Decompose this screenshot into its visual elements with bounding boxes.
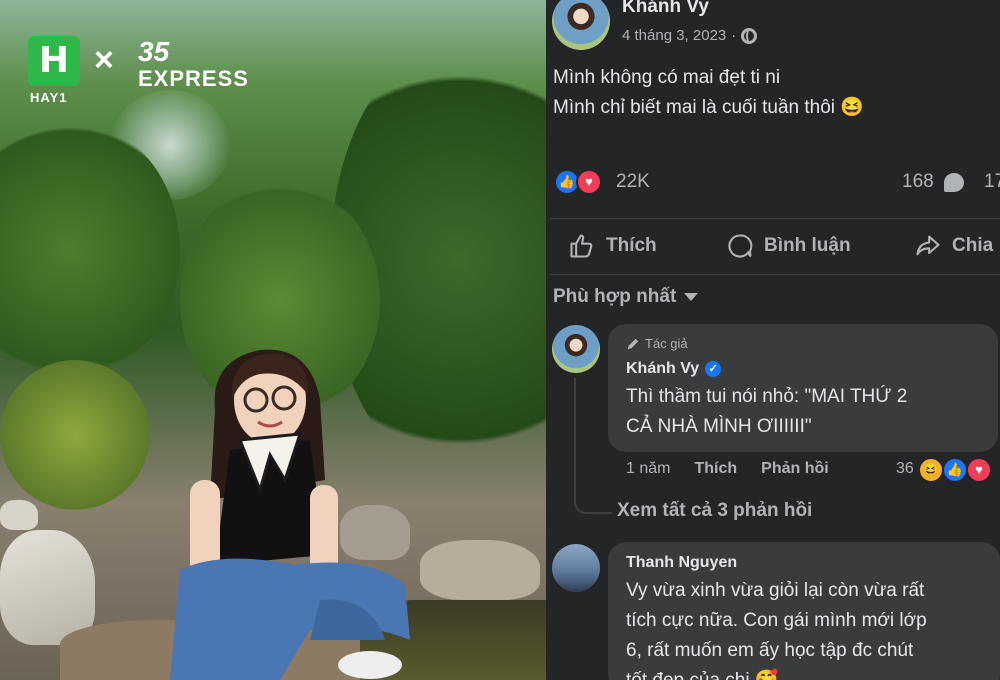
post-line: Mình chỉ biết mai là cuối tuần thôi 😆 [553,97,864,118]
comment-line: 6, rất muốn em ấy học tập đc chút [626,640,914,661]
author-badge-label: Tác giả [645,336,688,351]
comment-time[interactable]: 1 năm [626,460,670,478]
rock-far [420,540,540,600]
hay1-logo: H [28,36,80,86]
rock-small [0,500,38,530]
share-button[interactable]: Chia [914,226,993,266]
comment-line: CẢ NHÀ MÌNH ƠIIIIII" [626,416,812,437]
foliage-yellow [0,360,150,510]
express-number: 35 [138,36,170,67]
comment-sort-dropdown[interactable]: Phù hợp nhất [553,286,699,308]
post-body: Mình không có mai đẹt ti ni Mình chỉ biế… [553,63,864,123]
comment-like-link[interactable]: Thích [694,460,737,478]
haha-reaction-icon[interactable]: 😆 [918,457,944,483]
globe-icon[interactable] [741,27,758,44]
comment-line: tốt đẹp của chị 🥰 [626,666,927,680]
post-meta: 4 tháng 3, 2023 · [622,27,758,44]
caret-down-icon [684,293,699,301]
share-count[interactable]: 17 [984,171,1000,193]
verified-icon: ✓ [705,361,722,377]
brand-separator: × [94,41,114,79]
post-panel: Khánh Vy 4 tháng 3, 2023 · Mình không có… [546,0,1000,680]
love-reaction-icon[interactable]: ♥ [576,169,602,195]
brand-watermark: H HAY1 × 35 EXPRESS [28,36,268,108]
meta-dot: · [731,27,737,44]
comment-icon [728,234,753,258]
pen-icon [627,338,639,349]
post-date[interactable]: 4 tháng 3, 2023 [622,27,726,44]
comment-reply-link[interactable]: Phản hồi [761,460,829,478]
comment-button[interactable]: Bình luận [726,226,851,266]
express-word: EXPRESS [138,66,249,91]
comment-line: tích cực nữa. Con gái mình mới lớp [626,610,927,631]
comment-bubble-icon [944,173,964,192]
like-reaction-icon[interactable]: 👍 [942,457,968,483]
comment-line: Thì thầm tui nói nhỏ: "MAI THỨ 2 [626,386,908,407]
view-replies-link[interactable]: Xem tất cả 3 phản hồi [617,500,812,522]
comment-bubble: Tác giả Khánh Vy ✓ Thì thầm tui nói nhỏ:… [608,324,998,452]
commenter-name[interactable]: Thanh Nguyen [626,554,737,572]
commenter-name-text: Khánh Vy [626,360,700,377]
share-icon [916,235,940,256]
commenter-avatar[interactable] [552,325,600,373]
comment-count[interactable]: 168 [902,171,934,193]
reaction-count[interactable]: 22K [616,171,650,193]
commenter-name[interactable]: Khánh Vy ✓ [626,360,722,378]
like-button[interactable]: Thích [568,226,657,266]
post-line: Mình không có mai đẹt ti ni [553,67,781,88]
like-button-label: Thích [606,235,657,256]
comment-text: Thì thầm tui nói nhỏ: "MAI THỨ 2 CẢ NHÀ … [626,382,907,442]
divider-bottom [550,274,1000,275]
love-reaction-icon[interactable]: ♥ [966,457,992,483]
share-button-label: Chia [952,235,994,256]
comment-button-label: Bình luận [764,235,851,256]
comment-reaction-count[interactable]: 36 [896,460,914,478]
rock-big [0,530,95,645]
comment-bubble: Thanh Nguyen Vy vừa xinh vừa giỏi lại cò… [608,542,1000,680]
hay1-caption: HAY1 [30,90,68,105]
divider-top [550,218,1000,219]
commenter-avatar[interactable] [552,544,600,592]
comment-text: Vy vừa xinh vừa giỏi lại còn vừa rất tíc… [626,576,927,680]
author-avatar[interactable] [552,0,610,50]
reaction-summary: 👍 ♥ 22K 168 17 [554,168,1000,198]
thumbs-up-icon [570,234,593,258]
action-bar: Thích Bình luận Chia [546,226,1000,266]
seated-woman [170,349,410,680]
author-badge: Tác giả [626,336,688,351]
post-author-name[interactable]: Khánh Vy [622,0,709,18]
reply-thread-line [574,378,612,514]
sort-label: Phù hợp nhất [553,286,677,307]
comment-meta: 1 năm Thích Phản hồi [626,460,829,478]
post-photo[interactable]: H HAY1 × 35 EXPRESS [0,0,546,680]
comment-line: Vy vừa xinh vừa giỏi lại còn vừa rất [626,580,925,601]
